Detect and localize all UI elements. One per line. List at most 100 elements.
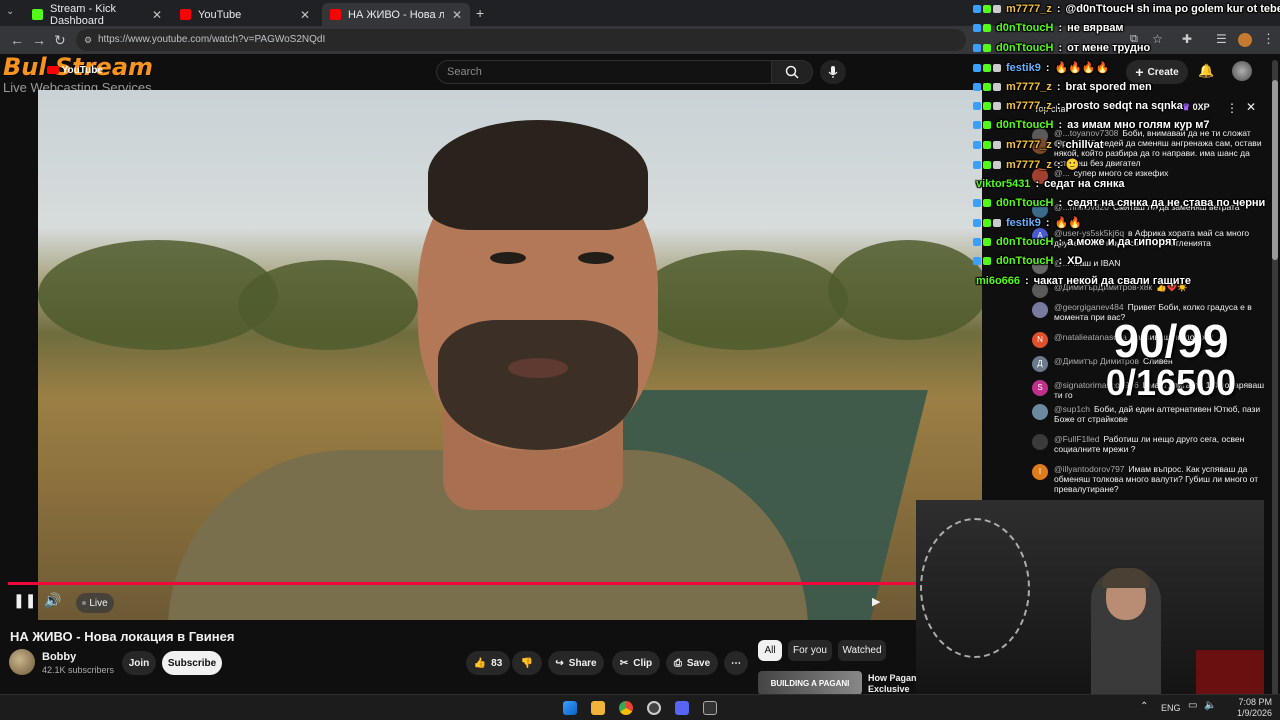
clip-button[interactable]: ✂ Clip <box>612 651 660 675</box>
back-button[interactable]: ← <box>10 32 24 48</box>
chat-author-avatar[interactable] <box>1032 302 1048 318</box>
overlay-chat-line: festik9: 🔥🔥 <box>973 216 1082 229</box>
overlay-chat-text: седат на сянка <box>1044 177 1125 190</box>
tab-kick-dashboard[interactable]: Stream - Kick Dashboard ✕ <box>24 3 170 27</box>
save-button[interactable]: ⎙ Save <box>666 651 718 675</box>
chat-author[interactable]: @georgiganev484 <box>1054 302 1124 312</box>
overlay-chat-line: d0nTtoucH: XD <box>973 255 1082 267</box>
account-avatar[interactable] <box>1232 61 1252 81</box>
notifications-bell-icon[interactable]: 🔔 <box>1198 63 1214 79</box>
chat-author-avatar[interactable]: S <box>1032 380 1048 396</box>
search-input[interactable]: Search <box>436 60 772 84</box>
tab-search-icon[interactable]: ⌄ <box>6 6 14 17</box>
file-explorer-icon[interactable] <box>591 701 605 715</box>
share-button[interactable]: ↪ Share <box>548 651 604 675</box>
overlay-chat-separator: : <box>1058 197 1063 209</box>
channel-avatar[interactable] <box>9 649 35 675</box>
chat-author-avatar[interactable]: N <box>1032 332 1048 348</box>
close-icon[interactable]: ✕ <box>452 8 462 22</box>
youtube-icon <box>47 66 59 75</box>
new-tab-button[interactable]: + <box>476 5 484 21</box>
obs-icon[interactable] <box>647 701 661 715</box>
terminal-icon[interactable] <box>703 701 717 715</box>
person-eye <box>490 252 526 264</box>
network-icon[interactable]: ▭ <box>1188 700 1197 711</box>
tray-chevron-icon[interactable]: ⌃ <box>1140 701 1148 712</box>
chat-badge-icon <box>973 199 981 207</box>
chat-author[interactable]: @FullF1lled <box>1054 434 1099 444</box>
url-field[interactable]: https://www.youtube.com/watch?v=PAGWoS2N… <box>76 29 966 51</box>
chat-close-icon[interactable]: ✕ <box>1246 100 1256 114</box>
profile-avatar[interactable] <box>1238 33 1252 47</box>
live-badge[interactable]: Live <box>76 593 114 613</box>
chat-badge-icon <box>983 82 991 91</box>
video-player[interactable] <box>38 90 982 620</box>
forward-button[interactable]: → <box>32 32 46 48</box>
video-progress-bar[interactable] <box>8 582 916 585</box>
extensions-puzzle-icon[interactable]: ✚ <box>1182 32 1192 46</box>
chat-author[interactable]: @sup1ch <box>1054 404 1090 414</box>
dislike-button[interactable]: 👎 <box>512 651 542 675</box>
subscribe-button[interactable]: Subscribe <box>162 651 222 675</box>
join-button[interactable]: Join <box>122 651 156 675</box>
search-button[interactable] <box>771 60 813 84</box>
overlay-chat-line: festik9: 🔥🔥🔥🔥 <box>973 61 1109 74</box>
windows-start-icon[interactable] <box>563 701 577 715</box>
tab-youtube[interactable]: YouTube ✕ <box>172 3 318 26</box>
tab-live-video[interactable]: НА ЖИВО - Нова локация ✕ <box>322 3 470 26</box>
chip-all[interactable]: All <box>758 640 782 661</box>
next-button[interactable]: ▶ <box>872 595 880 608</box>
close-icon[interactable]: ✕ <box>300 8 310 22</box>
streamer-cap <box>1102 568 1150 588</box>
chat-badge-icon <box>993 160 1001 169</box>
chat-author-avatar[interactable] <box>1032 404 1048 420</box>
overlay-chat-user: m7777_z <box>1006 3 1052 15</box>
like-button[interactable]: 👍 83 <box>466 651 510 675</box>
goal-counter: 90/99 0/16500 <box>1096 318 1246 402</box>
overlay-chat-separator: : <box>1058 119 1063 132</box>
chat-author-avatar[interactable] <box>1032 434 1048 450</box>
pause-button[interactable]: ❚❚ <box>13 592 36 609</box>
chat-badge-icon <box>993 218 1001 227</box>
chat-author-avatar[interactable]: Д <box>1032 356 1048 372</box>
channel-name[interactable]: Bobby <box>42 651 76 663</box>
overlay-chat-separator: : <box>1058 22 1063 35</box>
chat-badge-icon <box>973 140 981 149</box>
overlay-chat-line: d0nTtoucH: аз имам мно голям кур м7 <box>973 119 1210 131</box>
kick-icon <box>32 9 43 20</box>
bookmark-star-icon[interactable]: ☆ <box>1152 32 1163 46</box>
media-icon[interactable]: ☰ <box>1216 32 1227 46</box>
chat-author-avatar[interactable]: I <box>1032 464 1048 480</box>
chat-message: @sup1ch Боби, дай един алтернативен Ютюб,… <box>1032 404 1268 424</box>
overlay-chat-separator: : <box>1045 61 1050 74</box>
chip-for-you[interactable]: For you <box>788 640 832 661</box>
chrome-icon[interactable] <box>619 701 633 715</box>
browser-menu-icon[interactable]: ⋮ <box>1262 31 1275 47</box>
more-actions-button[interactable]: ⋯ <box>724 651 748 675</box>
close-icon[interactable]: ✕ <box>152 8 162 22</box>
reload-button[interactable]: ↻ <box>54 32 66 49</box>
chat-author[interactable]: @illyantodorov797 <box>1054 464 1125 474</box>
scenery-bush <box>828 240 982 340</box>
overlay-chat-user: d0nTtoucH <box>996 41 1054 54</box>
speaker-icon[interactable]: 🔈 <box>1204 700 1216 711</box>
logo-youtube-badge: YouTube <box>47 65 103 76</box>
overlay-chat-text: XD <box>1067 255 1083 268</box>
overlay-chat-user: mi6o666 <box>976 274 1021 287</box>
live-dot-icon <box>82 601 87 605</box>
overlay-chat-line: m7777_z: prosto sedqt na sqnka <box>973 100 1183 112</box>
scrollbar-thumb[interactable] <box>1272 80 1278 260</box>
discord-icon[interactable] <box>675 701 689 715</box>
site-info-icon[interactable]: ⚙ <box>84 35 92 46</box>
overlay-chat-separator: : <box>1058 41 1063 54</box>
recommended-thumbnail[interactable]: BUILDING A PAGANI <box>758 671 862 695</box>
person-mouth <box>508 358 568 378</box>
chip-watched[interactable]: Watched <box>838 640 886 661</box>
chat-badge-icon <box>973 24 981 33</box>
video-title: НА ЖИВО - Нова локация в Гвинея <box>10 629 235 644</box>
chat-menu-icon[interactable]: ⋮ <box>1226 101 1238 115</box>
voice-search-button[interactable] <box>820 60 846 84</box>
volume-icon[interactable]: 🔊 <box>44 592 61 609</box>
clock[interactable]: 7:08 PM 1/9/2026 <box>1237 697 1272 719</box>
language-indicator[interactable]: ENG <box>1161 703 1181 713</box>
